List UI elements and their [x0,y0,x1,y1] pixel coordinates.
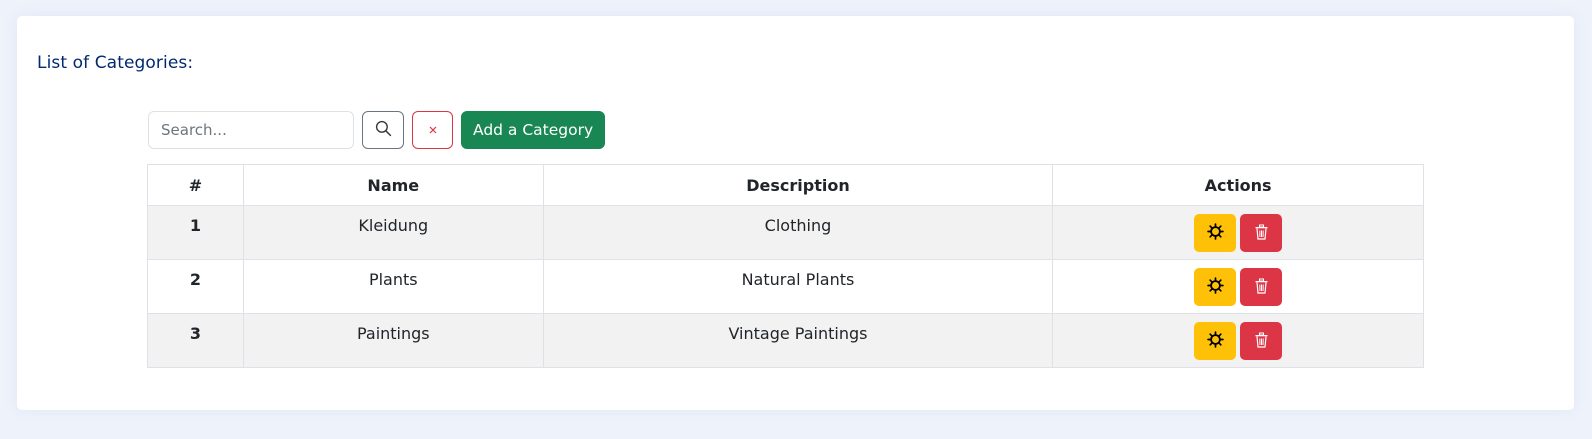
search-button[interactable] [362,111,404,149]
close-icon [428,123,438,138]
row-actions [1052,205,1424,260]
delete-button[interactable] [1240,214,1283,252]
row-index: 3 [147,313,244,368]
row-actions [1052,259,1424,314]
add-category-button[interactable]: Add a Category [461,111,606,149]
row-name: Paintings [242,313,544,368]
row-index: 2 [147,259,244,314]
gear-icon [1206,277,1224,297]
gear-icon [1206,223,1224,243]
row-description: Clothing [542,205,1054,260]
table-row: 3 Paintings Vintage Paintings [147,313,1424,368]
row-index: 1 [147,205,244,260]
row-name: Kleidung [242,205,544,260]
header-index: # [147,164,244,206]
trash-icon [1254,224,1269,243]
edit-button[interactable] [1194,214,1237,252]
table-row: 2 Plants Natural Plants [147,259,1424,314]
header-description: Description [542,164,1054,206]
table-header-row: # Name Description Actions [147,164,1424,206]
edit-button[interactable] [1194,268,1237,306]
trash-icon [1254,278,1269,297]
toolbar: Add a Category [148,111,606,149]
header-name: Name [242,164,544,206]
search-input[interactable] [148,111,354,149]
clear-search-button[interactable] [412,111,453,149]
row-description: Vintage Paintings [542,313,1054,368]
categories-card: List of Categories: Add a Category [17,16,1574,410]
row-name: Plants [242,259,544,314]
trash-icon [1254,332,1269,351]
page-title: List of Categories: [37,53,194,73]
row-actions [1052,313,1424,368]
table-row: 1 Kleidung Clothing [147,205,1424,260]
search-icon [375,120,392,140]
row-description: Natural Plants [542,259,1054,314]
delete-button[interactable] [1240,268,1283,306]
edit-button[interactable] [1194,322,1237,360]
categories-table: # Name Description Actions 1 Kleidung Cl… [147,164,1424,368]
delete-button[interactable] [1240,322,1283,360]
header-actions: Actions [1052,164,1424,206]
gear-icon [1206,331,1224,351]
